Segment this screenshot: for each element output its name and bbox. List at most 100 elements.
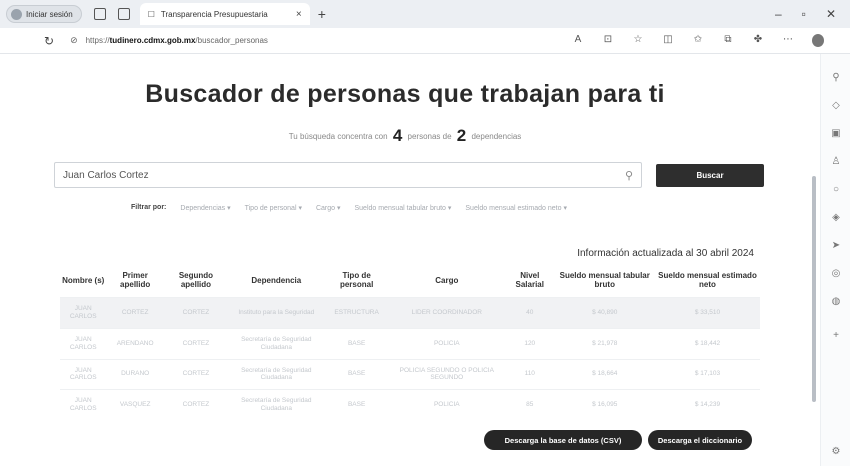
search-input[interactable]: Juan Carlos Cortez ⚲ <box>54 162 642 188</box>
new-tab-button[interactable]: + <box>318 6 326 22</box>
col-header[interactable]: Dependencia <box>228 266 325 298</box>
table-cell: $ 16,095 <box>592 401 618 409</box>
table-cell: BASE <box>347 370 366 378</box>
results-table: Nombre (s) Primer apellido Segundo apell… <box>60 266 760 420</box>
table-cell: POLICIA <box>433 401 460 409</box>
col-header[interactable]: Nombre (s) <box>60 266 106 298</box>
col-header[interactable]: Tipo de personal <box>325 266 389 298</box>
table-cell: $ 40,890 <box>592 309 618 317</box>
tab-close-icon[interactable]: × <box>296 9 302 20</box>
table-header-row: Nombre (s) Primer apellido Segundo apell… <box>60 266 760 298</box>
window-controls: – ▫ ✕ <box>775 7 850 21</box>
table-row[interactable]: JUAN CARLOS DURANO CORTEZ Secretaría de … <box>60 359 760 390</box>
more-icon[interactable]: ⋯ <box>782 34 794 47</box>
table-cell: 120 <box>524 339 536 347</box>
sidebar-office-icon[interactable]: ○ <box>830 184 842 196</box>
page-title: Buscador de personas que trabajan para t… <box>145 80 665 108</box>
table-cell: JUAN CARLOS <box>69 397 97 412</box>
restore-icon[interactable]: ▫ <box>802 7 806 21</box>
table-cell: ESTRUCTURA <box>334 309 379 317</box>
sidebar-games-icon[interactable]: ♙ <box>830 156 842 168</box>
url-path: /buscador_personas <box>195 36 268 45</box>
avatar <box>11 8 22 20</box>
page-content: Buscador de personas que trabajan para t… <box>0 54 810 466</box>
table-cell: $ 18,442 <box>694 339 721 347</box>
filter-tipo-personal[interactable]: Tipo de personal ▾ <box>245 204 302 212</box>
download-dictionary-button[interactable]: Descarga el diccionario <box>648 430 752 450</box>
download-csv-button[interactable]: Descarga la base de datos (CSV) <box>484 430 642 450</box>
filter-cargo[interactable]: Cargo ▾ <box>316 204 341 212</box>
table-cell: CORTEZ <box>182 370 210 378</box>
table-row[interactable]: JUAN CARLOS ARENDANO CORTEZ Secretaría d… <box>60 328 760 359</box>
favorites-icon[interactable]: ✩ <box>692 34 704 47</box>
tab-active[interactable]: ☐ Transparencia Presupuestaria × <box>139 3 310 25</box>
table-cell: VASQUEZ <box>119 401 151 409</box>
table-cell: Instituto para la Seguridad <box>238 309 315 317</box>
dependency-count: 2 <box>456 126 467 145</box>
profile-label: Iniciar sesión <box>26 9 73 19</box>
col-header[interactable]: Sueldo mensual estimado neto <box>655 266 760 298</box>
page-scrollbar[interactable] <box>810 54 820 466</box>
search-value: Juan Carlos Cortez <box>63 169 149 181</box>
table-cell: 85 <box>526 401 534 409</box>
browser-tab-bar: Iniciar sesión ☐ Transparencia Presupues… <box>0 0 850 28</box>
col-header[interactable]: Primer apellido <box>106 266 164 298</box>
filter-bar: Filtrar por: Dependencias ▾ Tipo de pers… <box>131 204 567 212</box>
sidebar-designer-icon[interactable]: ◍ <box>830 296 842 308</box>
address-bar: ↻ ⊘ https://tudinero.cdmx.gob.mx/buscado… <box>0 28 850 54</box>
copilot-icon[interactable] <box>812 34 824 47</box>
table-cell: $ 17,103 <box>694 370 721 378</box>
url-field[interactable]: https://tudinero.cdmx.gob.mx/buscador_pe… <box>86 36 268 45</box>
summary-suffix: dependencias <box>471 132 522 141</box>
scrollbar-thumb[interactable] <box>812 176 816 402</box>
table-cell: BASE <box>347 401 366 409</box>
sidebar-toolbox-icon[interactable]: ▣ <box>830 128 842 140</box>
profile-button[interactable]: Iniciar sesión <box>6 5 82 23</box>
filter-label: Filtrar por: <box>131 204 167 211</box>
table-cell: JUAN CARLOS <box>69 335 97 351</box>
col-header[interactable]: Segundo apellido <box>164 266 228 298</box>
split-screen-icon[interactable]: ◫ <box>662 34 674 47</box>
search-icon[interactable]: ⚲ <box>625 169 633 182</box>
minimize-icon[interactable]: – <box>775 7 782 21</box>
col-header[interactable]: Sueldo mensual tabular bruto <box>554 266 655 298</box>
table-row[interactable]: JUAN CARLOS CORTEZ CORTEZ Instituto para… <box>60 297 760 329</box>
sidebar-send-icon[interactable]: ➤ <box>830 240 842 252</box>
search-button[interactable]: Buscar <box>656 164 764 187</box>
col-header[interactable]: Cargo <box>389 266 505 298</box>
summary-prefix: Tu búsqueda concentra con <box>288 132 388 141</box>
window-close-icon[interactable]: ✕ <box>826 7 836 21</box>
sidebar-tag-icon[interactable]: ◇ <box>830 100 842 112</box>
sidebar-add-icon[interactable]: + <box>830 330 842 342</box>
table-row[interactable]: JUAN CARLOS VASQUEZ CORTEZ Secretaría de… <box>60 389 760 420</box>
tab-actions-icon[interactable] <box>117 8 130 20</box>
reload-icon[interactable]: ↻ <box>44 34 54 48</box>
table-cell: JUAN CARLOS <box>69 366 97 382</box>
last-updated-text: Información actualizada al 30 abril 2024 <box>577 248 754 259</box>
url-domain: tudinero.cdmx.gob.mx <box>109 36 196 45</box>
lock-icon[interactable]: ⊘ <box>70 35 78 46</box>
sidebar-outlook-icon[interactable]: ◈ <box>830 212 842 224</box>
col-header[interactable]: Nivel Salarial <box>505 266 554 298</box>
sidebar-drop-icon[interactable]: ◎ <box>830 268 842 280</box>
table-cell: $ 14,239 <box>694 401 721 409</box>
table-cell: CORTEZ <box>182 401 210 409</box>
sidebar-search-icon[interactable]: ⚲ <box>830 72 842 84</box>
read-aloud-icon[interactable]: A <box>572 34 584 47</box>
table-cell: LIDER COORDINADOR <box>411 309 483 317</box>
browser-sidebar: ⚲ ◇ ▣ ♙ ○ ◈ ➤ ◎ ◍ + ⚙ <box>820 54 850 466</box>
table-cell: CORTEZ <box>182 309 210 317</box>
table-cell: 110 <box>524 370 535 378</box>
extensions-icon[interactable]: ✤ <box>752 34 764 47</box>
workspaces-icon[interactable] <box>93 8 106 20</box>
favorite-star-icon[interactable]: ☆ <box>632 34 644 47</box>
people-count: 4 <box>392 126 403 145</box>
filter-dependencias[interactable]: Dependencias ▾ <box>180 204 230 212</box>
filter-sueldo-bruto[interactable]: Sueldo mensual tabular bruto ▾ <box>354 204 451 212</box>
collections-icon[interactable]: ⧉ <box>722 34 734 47</box>
filter-sueldo-neto[interactable]: Sueldo mensual estimado neto ▾ <box>465 204 567 212</box>
table-cell: CORTEZ <box>121 309 149 317</box>
summary-mid: personas de <box>407 132 452 141</box>
sidebar-settings-icon[interactable]: ⚙ <box>830 446 842 458</box>
app-available-icon[interactable]: ⊡ <box>602 34 614 47</box>
